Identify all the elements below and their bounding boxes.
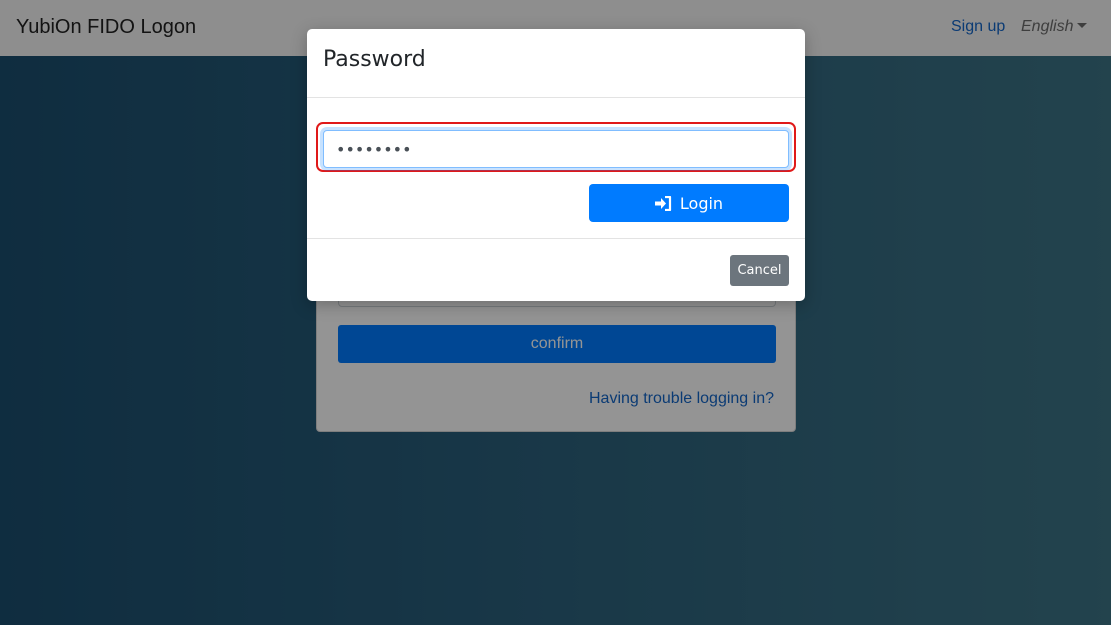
modal-header-divider [307, 97, 805, 98]
modal-title: Password [323, 47, 426, 72]
password-input[interactable] [323, 130, 789, 168]
login-label: Login [679, 193, 724, 213]
modal-footer-divider [307, 238, 805, 239]
sign-in-icon [654, 195, 672, 211]
login-button[interactable]: Login [589, 184, 789, 222]
cancel-button[interactable]: Cancel [730, 255, 789, 286]
password-modal: Password Login Cancel [307, 29, 805, 301]
